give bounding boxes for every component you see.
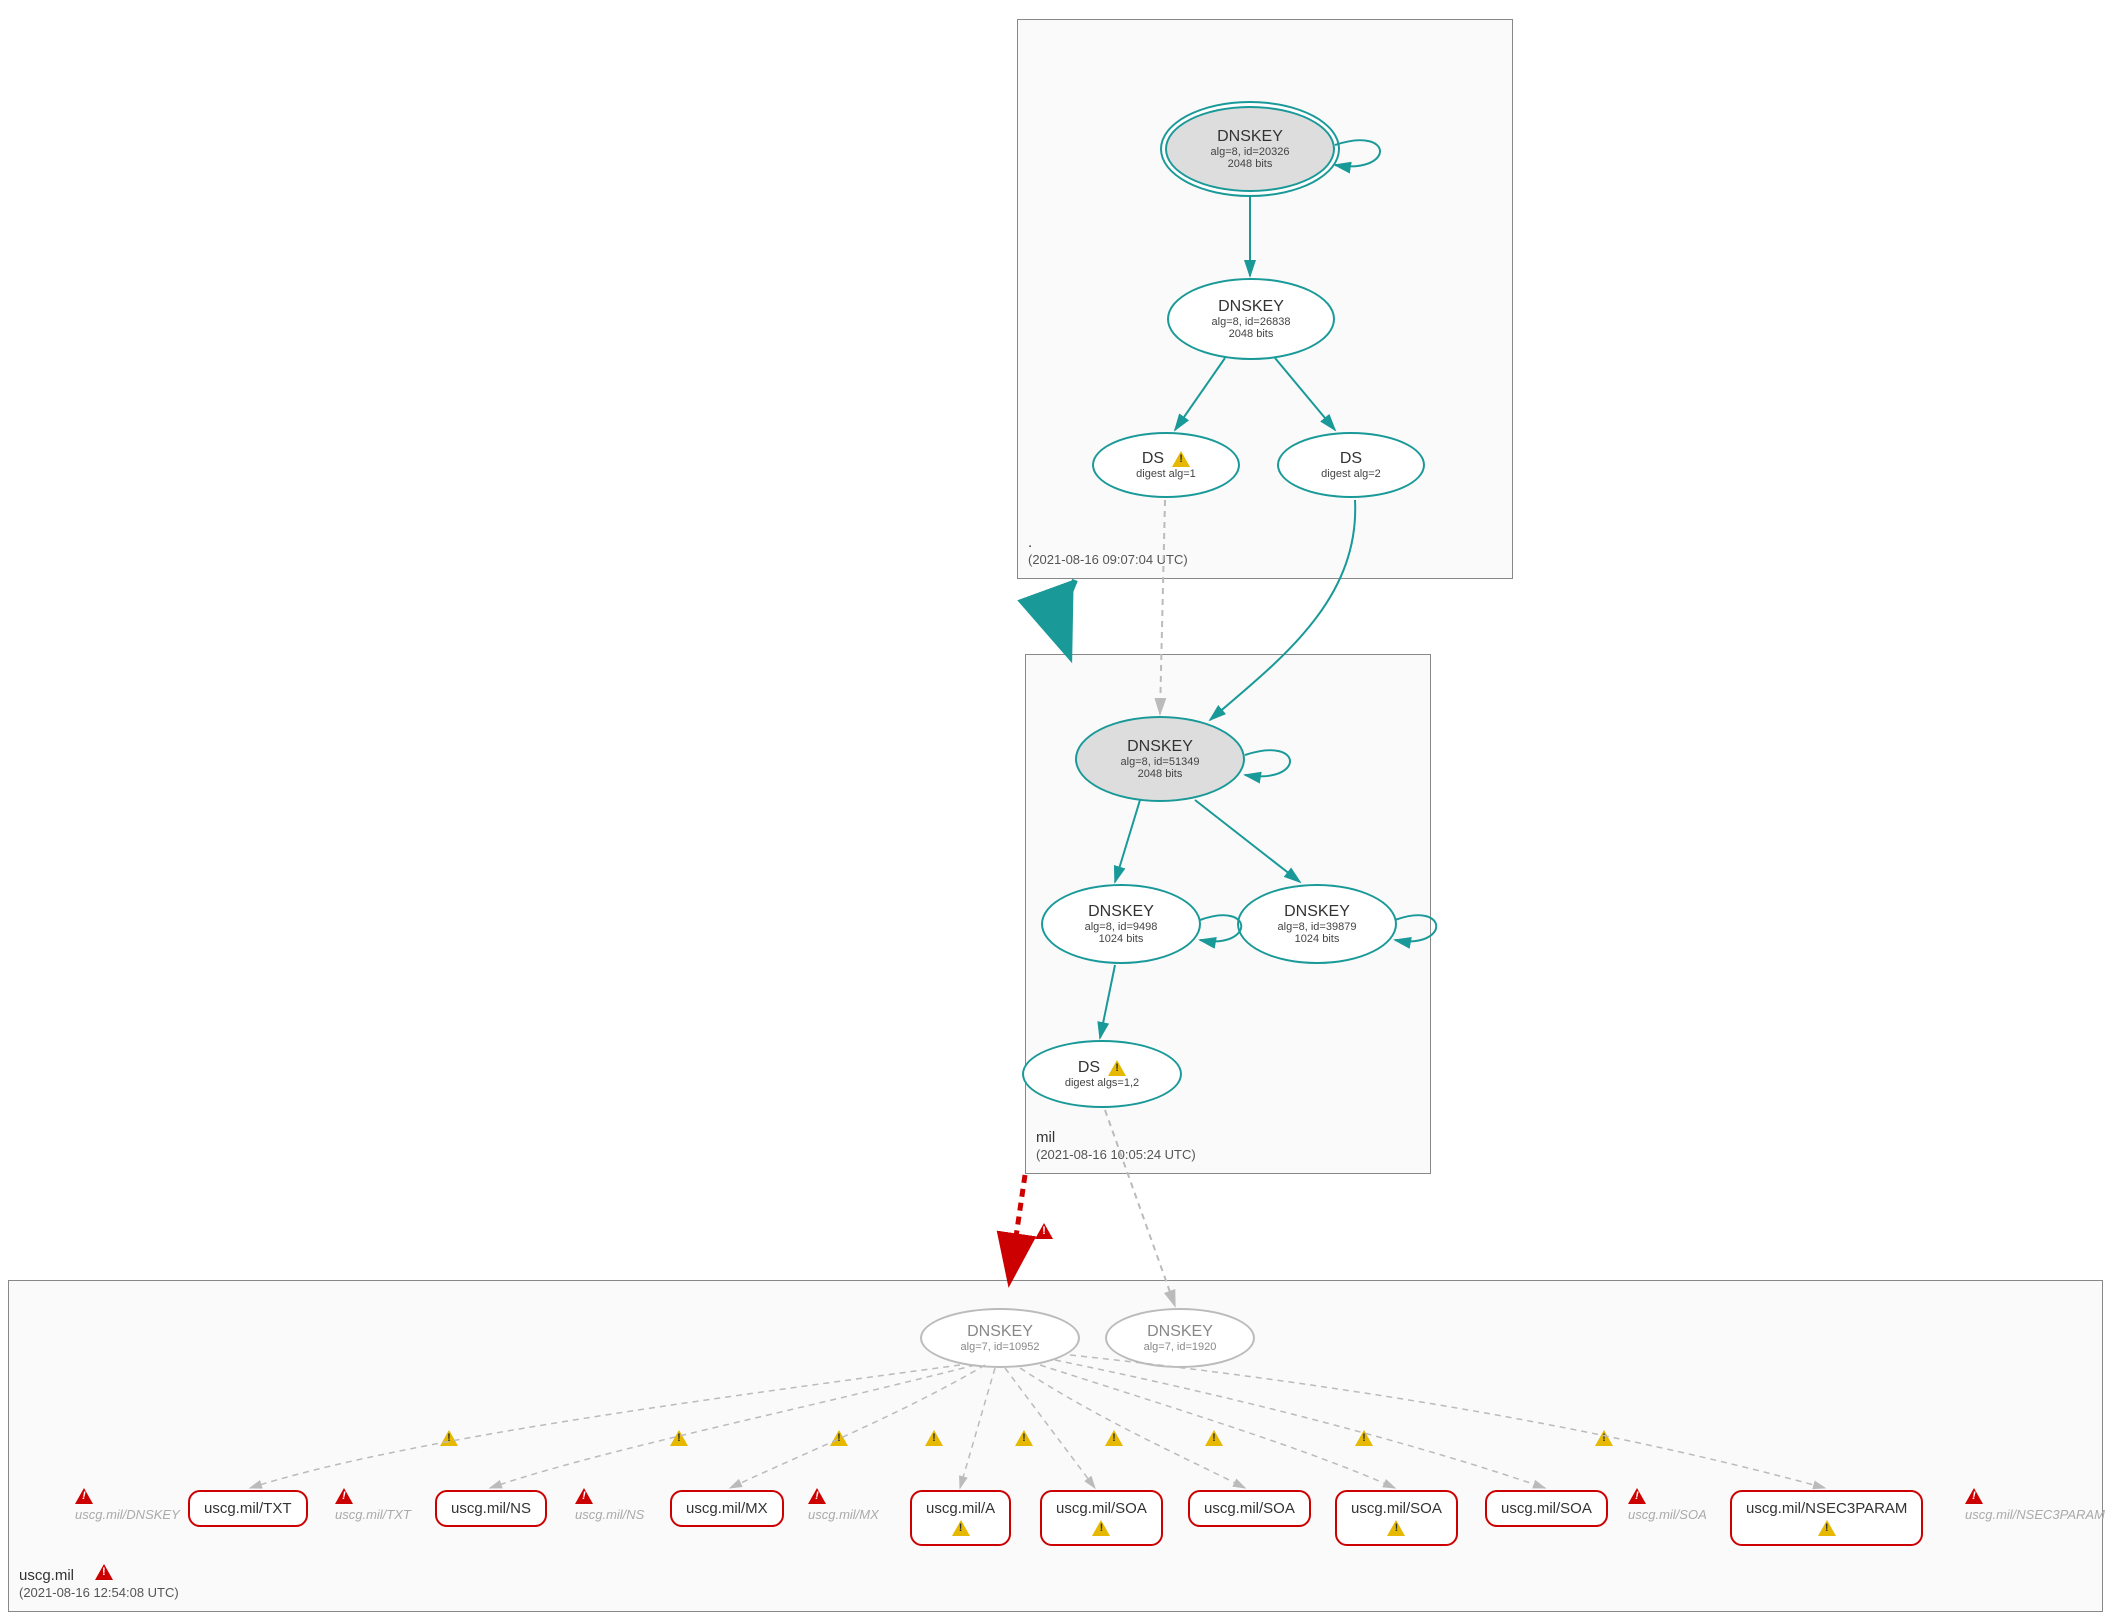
- node-mil-ksk: DNSKEY alg=8, id=51349 2048 bits: [1075, 716, 1245, 802]
- dnskey-bits: 2048 bits: [1229, 328, 1274, 340]
- rrbox-soa2: uscg.mil/SOA: [1188, 1490, 1311, 1527]
- warning-icon: [1092, 1520, 1110, 1536]
- rrbox-soa3: uscg.mil/SOA: [1335, 1490, 1458, 1546]
- warning-icon: [670, 1430, 688, 1449]
- rrbox-text: uscg.mil/MX: [686, 1500, 768, 1517]
- node-mil-zsk2: DNSKEY alg=8, id=39879 1024 bits: [1237, 884, 1397, 964]
- dnskey-alg: alg=8, id=9498: [1085, 921, 1158, 933]
- warning-icon: [1387, 1520, 1405, 1536]
- warning-icon: [1818, 1520, 1836, 1536]
- zone-root-name: .: [1028, 534, 1032, 551]
- dnskey-bits: 1024 bits: [1295, 933, 1340, 945]
- dnskey-alg: alg=8, id=51349: [1121, 756, 1200, 768]
- dnskey-title: DNSKEY: [1218, 298, 1284, 316]
- zone-mil-name: mil: [1036, 1129, 1055, 1146]
- warning-icon: [1355, 1430, 1373, 1449]
- rrlabel-dnskey: uscg.mil/DNSKEY: [75, 1488, 180, 1522]
- zone-uscg-timestamp: (2021-08-16 12:54:08 UTC): [19, 1585, 179, 1600]
- dnskey-bits: 2048 bits: [1228, 158, 1273, 170]
- dnskey-title: DNSKEY: [1088, 903, 1154, 921]
- warning-icon: [1595, 1430, 1613, 1449]
- rrbox-text: uscg.mil/SOA: [1501, 1500, 1592, 1517]
- rrbox-text: uscg.mil/NSEC3PARAM: [1746, 1500, 1907, 1517]
- ds-digest: digest algs=1,2: [1065, 1077, 1139, 1089]
- warning-icon: [440, 1430, 458, 1449]
- rrbox-nsec3: uscg.mil/NSEC3PARAM: [1730, 1490, 1923, 1546]
- warning-icon: [925, 1430, 943, 1449]
- error-icon: [335, 1488, 353, 1504]
- rrlabel-text: uscg.mil/MX: [808, 1507, 879, 1522]
- rrlabel-text: uscg.mil/TXT: [335, 1507, 411, 1522]
- zone-uscg-name: uscg.mil: [19, 1567, 74, 1584]
- rrlabel-txt: uscg.mil/TXT: [335, 1488, 411, 1522]
- node-root-zsk: DNSKEY alg=8, id=26838 2048 bits: [1167, 278, 1335, 360]
- rrlabel-text: uscg.mil/NSEC3PARAM: [1965, 1507, 2105, 1522]
- warning-icon: [1015, 1430, 1033, 1449]
- warning-icon: [830, 1430, 848, 1449]
- rrlabel-ns: uscg.mil/NS: [575, 1488, 644, 1522]
- node-uscg-key1: DNSKEY alg=7, id=10952: [920, 1308, 1080, 1368]
- rrbox-ns: uscg.mil/NS: [435, 1490, 547, 1527]
- rrbox-txt: uscg.mil/TXT: [188, 1490, 308, 1527]
- zone-root-label: . (2021-08-16 09:07:04 UTC): [1028, 534, 1188, 568]
- node-uscg-key2: DNSKEY alg=7, id=1920: [1105, 1308, 1255, 1368]
- rrlabel-nsec3: uscg.mil/NSEC3PARAM: [1965, 1488, 2105, 1522]
- error-icon: [808, 1488, 826, 1504]
- dnskey-title: DNSKEY: [967, 1323, 1033, 1341]
- error-icon: [1035, 1223, 1053, 1242]
- rrlabel-text: uscg.mil/NS: [575, 1507, 644, 1522]
- rrlabel-text: uscg.mil/DNSKEY: [75, 1507, 180, 1522]
- node-mil-zsk1: DNSKEY alg=8, id=9498 1024 bits: [1041, 884, 1201, 964]
- rrbox-mx: uscg.mil/MX: [670, 1490, 784, 1527]
- warning-icon: [1172, 451, 1190, 467]
- rrlabel-soa: uscg.mil/SOA: [1628, 1488, 1707, 1522]
- error-icon: [1965, 1488, 1983, 1504]
- zone-uscg-label: uscg.mil (2021-08-16 12:54:08 UTC): [19, 1564, 179, 1601]
- rrlabel-text: uscg.mil/SOA: [1628, 1507, 1707, 1522]
- rrbox-soa1: uscg.mil/SOA: [1040, 1490, 1163, 1546]
- error-icon: [95, 1564, 113, 1580]
- ds-digest: digest alg=2: [1321, 468, 1381, 480]
- rrbox-text: uscg.mil/A: [926, 1500, 995, 1517]
- dnskey-title: DNSKEY: [1217, 128, 1283, 146]
- dnskey-title: DNSKEY: [1127, 738, 1193, 756]
- rrbox-a: uscg.mil/A: [910, 1490, 1011, 1546]
- ds-title: DS: [1340, 450, 1362, 468]
- zone-mil-timestamp: (2021-08-16 10:05:24 UTC): [1036, 1147, 1196, 1162]
- dnskey-bits: 2048 bits: [1138, 768, 1183, 780]
- rrbox-text: uscg.mil/SOA: [1204, 1500, 1295, 1517]
- ds-title: DS: [1078, 1059, 1100, 1077]
- dnskey-title: DNSKEY: [1284, 903, 1350, 921]
- zone-root-timestamp: (2021-08-16 09:07:04 UTC): [1028, 552, 1188, 567]
- rrbox-text: uscg.mil/TXT: [204, 1500, 292, 1517]
- rrbox-text: uscg.mil/SOA: [1056, 1500, 1147, 1517]
- dnskey-title: DNSKEY: [1147, 1323, 1213, 1341]
- ds-digest: digest alg=1: [1136, 468, 1196, 480]
- dnskey-alg: alg=7, id=10952: [961, 1341, 1040, 1353]
- ds-title: DS: [1142, 450, 1164, 468]
- dnskey-alg: alg=7, id=1920: [1144, 1341, 1217, 1353]
- dnskey-bits: 1024 bits: [1099, 933, 1144, 945]
- rrlabel-mx: uscg.mil/MX: [808, 1488, 879, 1522]
- node-mil-ds: DS digest algs=1,2: [1022, 1040, 1182, 1108]
- warning-icon: [1205, 1430, 1223, 1449]
- rrbox-soa4: uscg.mil/SOA: [1485, 1490, 1608, 1527]
- dnskey-alg: alg=8, id=20326: [1211, 146, 1290, 158]
- rrbox-text: uscg.mil/NS: [451, 1500, 531, 1517]
- error-icon: [75, 1488, 93, 1504]
- warning-icon: [1105, 1430, 1123, 1449]
- rrbox-text: uscg.mil/SOA: [1351, 1500, 1442, 1517]
- error-icon: [1628, 1488, 1646, 1504]
- warning-icon: [952, 1520, 970, 1536]
- node-root-ds2: DS digest alg=2: [1277, 432, 1425, 498]
- node-root-ksk: DNSKEY alg=8, id=20326 2048 bits: [1165, 106, 1335, 192]
- error-icon: [575, 1488, 593, 1504]
- zone-mil-label: mil (2021-08-16 10:05:24 UTC): [1036, 1129, 1196, 1163]
- warning-icon: [1108, 1060, 1126, 1076]
- dnskey-alg: alg=8, id=26838: [1212, 316, 1291, 328]
- node-root-ds1: DS digest alg=1: [1092, 432, 1240, 498]
- dnskey-alg: alg=8, id=39879: [1278, 921, 1357, 933]
